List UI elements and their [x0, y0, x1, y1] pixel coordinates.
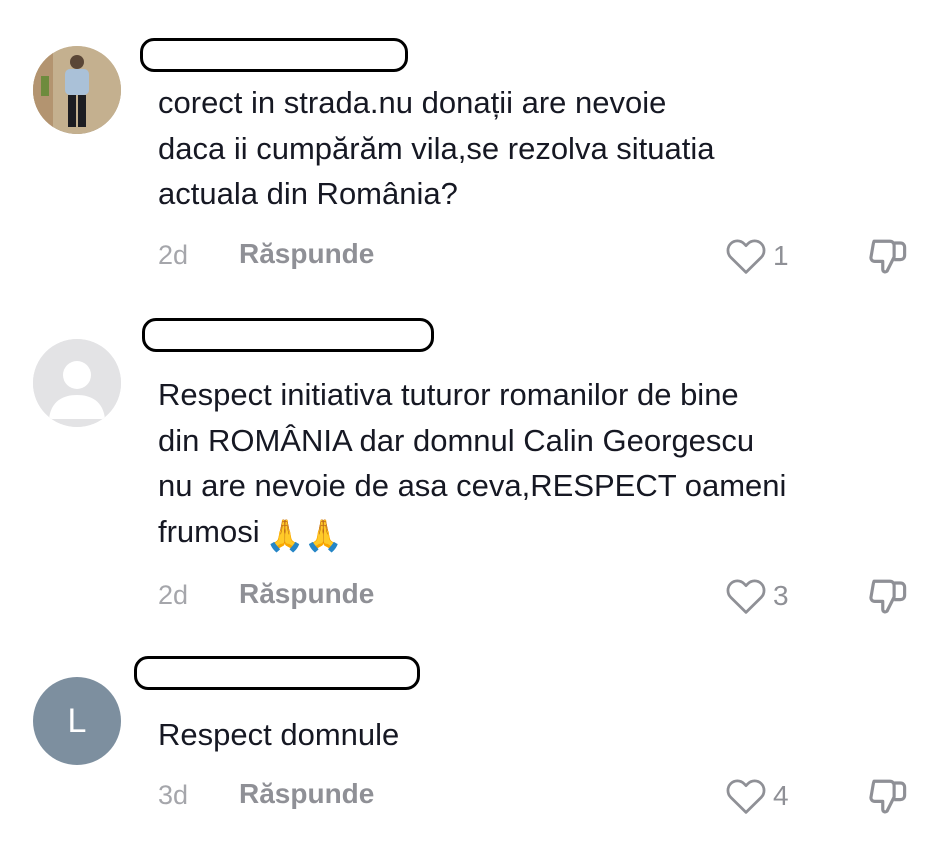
redacted-username[interactable]: [140, 38, 408, 72]
thumbs-down-icon: [869, 779, 907, 814]
heart-outline-icon: [726, 779, 766, 814]
heart-outline-icon: [726, 579, 766, 614]
thumbs-down-icon: [869, 239, 907, 274]
user-avatar-photo[interactable]: [33, 46, 121, 134]
comment-text: Respect domnule: [158, 717, 400, 752]
dislike-button[interactable]: [866, 776, 910, 825]
like-button[interactable]: 4: [725, 776, 789, 816]
praying-hands-emoji: 🙏🙏: [265, 517, 343, 553]
dislike-button[interactable]: [866, 576, 910, 625]
dislike-button[interactable]: [866, 236, 910, 285]
comment-meta: 2d Răspunde 1: [0, 236, 945, 276]
comment-time: 3d: [158, 780, 189, 810]
like-button[interactable]: 1: [725, 236, 789, 276]
comment-text: corect in strada.nu donații are nevoie d…: [158, 85, 715, 211]
reply-button[interactable]: Răspunde: [239, 578, 374, 610]
user-avatar-default[interactable]: [33, 339, 121, 427]
heart-outline-icon: [726, 239, 766, 274]
user-avatar-letter[interactable]: L: [33, 677, 121, 765]
like-count: 3: [773, 580, 789, 611]
default-user-icon: [33, 339, 121, 427]
reply-button[interactable]: Răspunde: [239, 778, 374, 810]
redacted-username[interactable]: [134, 656, 420, 690]
like-count: 4: [773, 780, 789, 811]
reply-button[interactable]: Răspunde: [239, 238, 374, 270]
redacted-username[interactable]: [142, 318, 434, 352]
comment-meta: 3d Răspunde 4: [0, 776, 945, 816]
like-button[interactable]: 3: [725, 576, 789, 616]
comment-text-body: Respect initiativa tuturor romanilor de …: [158, 377, 787, 549]
person-photo-icon: [33, 46, 121, 134]
comment-text: Respect initiativa tuturor romanilor de …: [158, 372, 918, 558]
like-count: 1: [773, 240, 789, 271]
comment-meta: 2d Răspunde 3: [0, 576, 945, 616]
comment-time: 2d: [158, 240, 189, 270]
thumbs-down-icon: [869, 579, 907, 614]
avatar-initial: L: [67, 701, 87, 740]
comment-time: 2d: [158, 580, 189, 610]
